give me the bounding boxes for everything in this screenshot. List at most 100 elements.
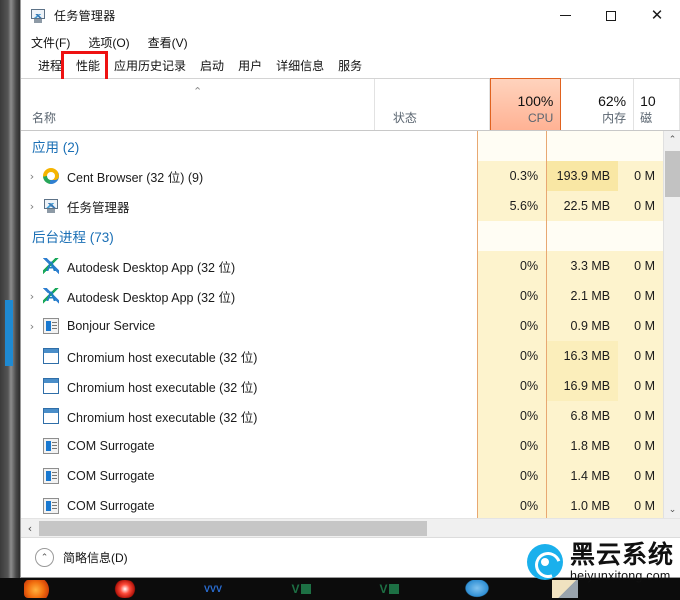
cell-disk [618,131,663,161]
process-row[interactable]: › Bonjour Service 0% 0.9 MB 0 M [21,311,663,341]
tab-performance[interactable]: 性能 [69,56,107,78]
cell-name[interactable]: › Bonjour Service [21,311,365,341]
cell-name[interactable]: › Autodesk Desktop App (32 位) [21,281,365,311]
process-name: Cent Browser (32 位) (9) [67,170,204,185]
process-list[interactable]: 应用 (2) › Cent Browser (32 位) (9) 0.3% 193.9 … [21,131,663,518]
service-icon [43,468,59,484]
cell-memory [547,221,619,251]
cell-memory: 6.8 MB [547,401,619,431]
menu-bar[interactable]: 文件(F) 选项(O) 查看(V) [21,31,680,54]
expand-chevron-icon[interactable]: › [21,320,43,333]
process-name: Chromium host executable (32 位) [67,380,258,395]
process-row[interactable]: Chromium host executable (32 位) 0% 16.3 MB… [21,341,663,371]
menu-view[interactable]: 查看(V) [148,34,188,51]
cell-name[interactable]: COM Surrogate [21,461,365,491]
process-row[interactable]: COM Surrogate 0% 1.8 MB 0 M [21,431,663,461]
cell-memory: 0.9 MB [547,311,619,341]
vertical-scroll-thumb[interactable] [665,151,680,197]
column-header-disk[interactable]: 10 磁 [634,79,680,130]
window-controls: ✕ [542,0,680,31]
cell-cpu: 0% [476,251,548,281]
taskbar-spacer-1 [52,580,110,598]
task-manager-icon [30,8,46,24]
taskbar-excel-icon-2[interactable]: V [376,580,402,598]
column-header-row[interactable]: ⌃ 名称 状态 100% CPU 62% 内存 10 磁 [21,78,680,131]
scroll-down-icon[interactable]: ⌄ [664,501,680,518]
expand-chevron-icon[interactable]: › [21,170,43,183]
expand-chevron-icon[interactable]: › [21,200,43,213]
sort-ascending-icon: ⌃ [193,86,203,98]
column-header-name[interactable]: ⌃ 名称 [21,79,375,130]
cell-name[interactable]: › 任务管理器 [21,191,365,221]
title-bar[interactable]: 任务管理器 ✕ [21,0,680,31]
tab-details[interactable]: 详细信息 [269,56,331,78]
column-header-cpu[interactable]: 100% CPU [489,78,562,130]
chevron-up-icon[interactable]: ⌃ [35,548,54,567]
tab-services[interactable]: 服务 [331,56,369,78]
taskbar-spacer-6 [492,580,550,598]
tab-startup[interactable]: 启动 [193,56,231,78]
vertical-scrollbar[interactable]: ⌃ ⌄ [663,131,680,518]
cell-memory [547,131,619,161]
cell-name[interactable]: Chromium host executable (32 位) [21,371,365,401]
process-group-header[interactable]: 后台进程 (73) [21,221,663,251]
cell-disk: 0 M [618,401,663,431]
cell-cpu [477,131,548,161]
process-row[interactable]: Chromium host executable (32 位) 0% 6.8 MB 0… [21,401,663,431]
taskbar-firefox-icon[interactable] [24,580,50,598]
cell-name[interactable]: Chromium host executable (32 位) [21,341,365,371]
cell-name[interactable]: 应用 (2) [21,131,366,161]
scroll-left-icon[interactable]: ‹ [21,519,39,538]
column-header-status[interactable]: 状态 [375,79,490,130]
menu-options[interactable]: 选项(O) [88,34,129,51]
column-header-disk-label: 磁 [640,111,653,125]
process-row[interactable]: COM Surrogate 0% 1.4 MB 0 M [21,461,663,491]
cell-status [365,311,477,341]
taskbar[interactable]: VVV V V [0,578,680,600]
taskbar-mail-icon[interactable] [464,580,490,598]
cell-name[interactable]: 后台进程 (73) [21,221,366,251]
process-row[interactable]: › 任务管理器 5.6% 22.5 MB 0 M [21,191,663,221]
fewer-details-button[interactable]: 简略信息(D) [63,549,128,566]
scroll-up-icon[interactable]: ⌃ [664,131,680,148]
cell-memory: 22.5 MB [547,191,619,221]
tab-users[interactable]: 用户 [231,56,269,78]
taskbar-vvv-icon[interactable]: VVV [200,580,226,598]
tab-processes[interactable]: 进程 [31,56,69,78]
taskbar-opera-icon[interactable] [112,580,138,598]
process-row[interactable]: COM Surrogate 0% 1.0 MB 0 M [21,491,663,518]
cell-name[interactable]: COM Surrogate [21,431,365,461]
process-row[interactable]: › Autodesk Desktop App (32 位) 0%2.1 MB0 M [21,281,663,311]
cell-status [365,371,477,401]
menu-file[interactable]: 文件(F) [31,34,70,51]
minimize-button[interactable] [542,0,588,31]
process-name: COM Surrogate [67,439,155,453]
cell-disk: 0 M [618,371,663,401]
tab-app-history[interactable]: 应用历史记录 [107,56,193,78]
maximize-button[interactable] [588,0,634,31]
taskbar-document-icon[interactable] [552,580,578,598]
process-group-header[interactable]: 应用 (2) [21,131,663,161]
expand-chevron-icon[interactable]: › [21,290,43,303]
process-row[interactable]: › Cent Browser (32 位) (9) 0.3% 193.9 MB 0 M [21,161,663,191]
column-header-cpu-label: CPU [528,111,554,125]
cell-name[interactable]: Autodesk Desktop App (32 位) [21,251,365,281]
column-header-memory[interactable]: 62% 内存 [561,79,635,130]
tab-strip[interactable]: 进程 性能 应用历史记录 启动 用户 详细信息 服务 [21,51,680,87]
background-window-strip[interactable] [0,0,20,578]
column-header-name-label: 名称 [32,111,57,125]
process-name: COM Surrogate [67,499,155,513]
cell-name[interactable]: COM Surrogate [21,491,365,518]
cell-memory: 16.3 MB [547,341,619,371]
close-icon[interactable]: ✕ [634,0,680,31]
process-name: Autodesk Desktop App (32 位) [67,290,236,305]
cell-cpu: 0% [476,461,548,491]
background-window-selection [5,300,13,366]
process-row[interactable]: Chromium host executable (32 位) 0% 16.9 MB… [21,371,663,401]
horizontal-scrollbar[interactable]: ‹ [21,518,680,537]
horizontal-scroll-thumb[interactable] [39,521,427,536]
process-row[interactable]: Autodesk Desktop App (32 位) 0%3.3 MB0 M [21,251,663,281]
taskbar-excel-icon-1[interactable]: V [288,580,314,598]
cell-name[interactable]: › Cent Browser (32 位) (9) [21,161,365,191]
cell-name[interactable]: Chromium host executable (32 位) [21,401,365,431]
